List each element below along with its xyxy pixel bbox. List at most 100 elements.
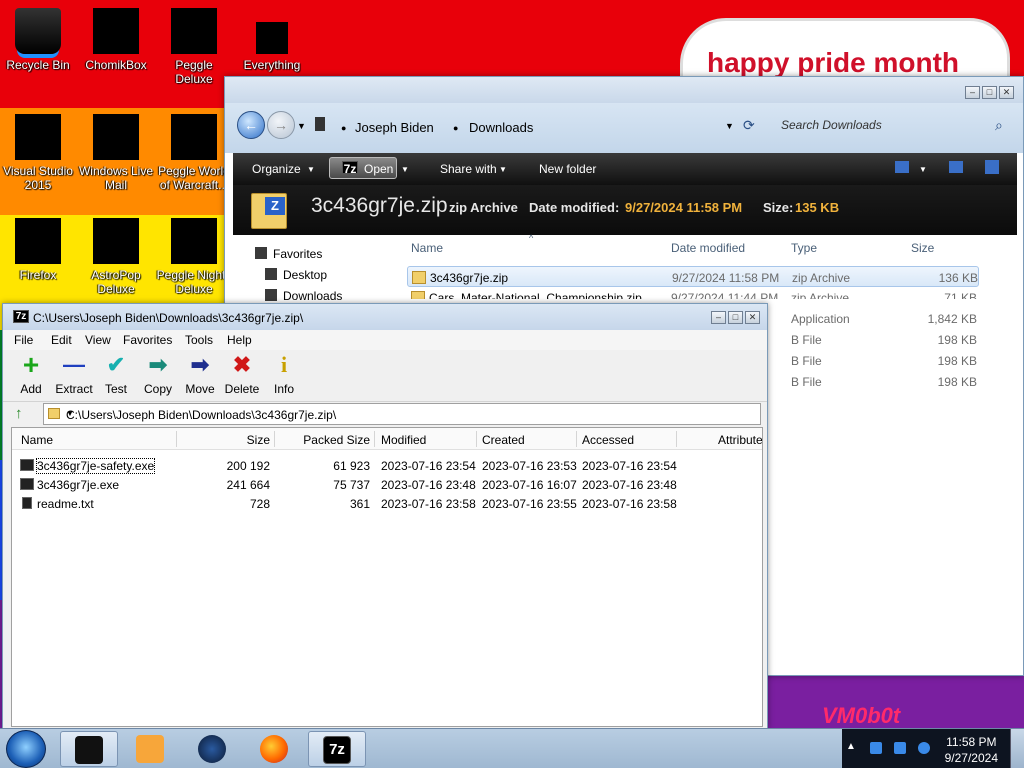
zip-file-icon [412, 271, 426, 284]
move-icon: ➡ [190, 352, 210, 377]
desktop-icon-chomikbox[interactable]: ChomikBox [78, 8, 154, 72]
breadcrumb-downloads[interactable]: Downloads [469, 120, 533, 135]
menu-help[interactable]: Help [227, 333, 252, 347]
action-center-icon[interactable] [870, 742, 882, 754]
file-size: 1,842 KB [927, 312, 977, 326]
archive-row[interactable]: readme.txt 728 361 2023-07-16 23:58 2023… [12, 494, 762, 513]
file-row[interactable]: 3c436gr7je.zip 9/27/2024 11:58 PM zip Ar… [407, 266, 979, 287]
share-with-button[interactable]: Share with [440, 162, 497, 176]
column-name[interactable]: Name [411, 241, 443, 255]
desktop-icon-windows-live-mail[interactable]: Windows Live Mail [78, 114, 154, 192]
network-icon[interactable] [894, 742, 906, 754]
close-icon[interactable]: ✕ [745, 311, 760, 324]
tray-expand-icon[interactable]: ▲ [846, 741, 856, 752]
desktop-icon-everything[interactable]: Everything [234, 8, 310, 72]
file-type: Application [791, 312, 850, 326]
breadcrumb-joseph-biden[interactable]: Joseph Biden [355, 120, 434, 135]
taskbar-item-firefox[interactable] [246, 731, 304, 767]
column-date-modified[interactable]: Date modified [671, 241, 745, 255]
search-icon[interactable]: ⌕ [995, 117, 1003, 134]
close-icon[interactable]: ✕ [999, 86, 1014, 99]
explorer-titlebar[interactable] [225, 77, 1023, 103]
move-label: Move [185, 382, 215, 396]
help-icon[interactable] [985, 160, 999, 174]
forward-arrow-icon[interactable]: → [267, 111, 295, 139]
taskbar-item-explorer[interactable] [60, 731, 118, 767]
column-packed-size[interactable]: Packed Size [292, 433, 370, 447]
column-size[interactable]: Size [212, 433, 270, 447]
minimize-icon[interactable]: – [711, 311, 726, 324]
recycle-bin-icon [15, 8, 61, 54]
desktop-icon-firefox[interactable]: Firefox [0, 218, 76, 282]
menu-file[interactable]: File [14, 333, 33, 347]
column-created[interactable]: Created [482, 433, 525, 447]
preview-pane-icon[interactable] [949, 161, 963, 173]
nav-favorites[interactable]: Favorites [255, 247, 322, 261]
info-button[interactable]: i Info [258, 354, 310, 397]
nav-downloads[interactable]: Downloads [265, 289, 342, 301]
view-options-icon[interactable] [895, 161, 909, 173]
archive-created: 2023-07-16 23:55 [482, 497, 577, 511]
open-dropdown-icon[interactable]: ▼ [401, 165, 409, 174]
seven-zip-titlebar[interactable]: 7z C:\Users\Joseph Biden\Downloads\3c436… [3, 304, 767, 330]
archive-file-size: 728 [249, 497, 270, 511]
minimize-icon[interactable]: – [965, 86, 980, 99]
menu-view[interactable]: View [85, 333, 111, 347]
desktop-icon-peggle-deluxe[interactable]: Peggle Deluxe [156, 8, 232, 86]
menu-edit[interactable]: Edit [51, 333, 72, 347]
column-attributes[interactable]: Attributes [718, 433, 762, 447]
sort-arrow-icon: ^ [529, 233, 534, 243]
column-modified[interactable]: Modified [381, 433, 426, 447]
open-button[interactable]: 7z Open [329, 157, 397, 179]
column-size[interactable]: Size [911, 241, 934, 255]
file-size: 71 KB [944, 291, 977, 299]
organize-button[interactable]: Organize [252, 162, 301, 176]
path-input[interactable]: C:\Users\Joseph Biden\Downloads\3c436gr7… [43, 403, 761, 425]
folder-up-icon[interactable]: ↑ [15, 405, 23, 422]
path-dropdown-icon[interactable]: ▼ [66, 409, 756, 418]
taskbar-item-seven-zip[interactable]: 7z [308, 731, 366, 767]
desktop-icon-astropop[interactable]: AstroPop Deluxe [78, 218, 154, 296]
desktop-icon-visual-studio[interactable]: Visual Studio 2015 [0, 114, 76, 192]
pride-banner-text: happy pride month [707, 47, 959, 78]
organize-dropdown-icon[interactable]: ▼ [307, 165, 315, 174]
details-size-label: Size: [763, 200, 794, 215]
start-button[interactable] [6, 730, 46, 768]
address-dropdown-icon[interactable]: ▼ [725, 121, 734, 131]
archive-packed-size: 75 737 [333, 478, 370, 492]
share-dropdown-icon[interactable]: ▼ [499, 165, 507, 174]
menu-favorites[interactable]: Favorites [123, 333, 172, 347]
taskbar-item-globe[interactable] [184, 731, 242, 767]
menu-tools[interactable]: Tools [185, 333, 213, 347]
column-name[interactable]: Name [21, 433, 53, 447]
desktop-icon-recycle-bin[interactable]: Recycle Bin [0, 8, 76, 72]
archive-row[interactable]: 3c436gr7je.exe 241 664 75 737 2023-07-16… [12, 475, 762, 494]
info-label: Info [273, 382, 294, 396]
search-input[interactable]: Search Downloads [781, 118, 882, 132]
nav-desktop[interactable]: Desktop [265, 268, 327, 282]
desktop-icon-peggle-nights[interactable]: Peggle Nights Deluxe [156, 218, 232, 296]
view-dropdown-icon[interactable]: ▼ [919, 165, 927, 174]
details-modified-label: Date modified: [529, 200, 620, 215]
taskbar-item-media-player[interactable] [122, 731, 180, 767]
volume-icon[interactable] [918, 742, 930, 754]
seven-zip-window[interactable]: 7z C:\Users\Joseph Biden\Downloads\3c436… [2, 303, 768, 729]
archive-row[interactable]: 3c436gr7je-safety.exe 200 192 61 923 202… [12, 456, 762, 475]
new-folder-button[interactable]: New folder [539, 162, 596, 176]
back-arrow-icon[interactable]: ← [237, 111, 265, 139]
show-desktop-button[interactable] [1010, 729, 1024, 768]
column-type[interactable]: Type [791, 241, 817, 255]
desktop-icon-peggle-wow[interactable]: Peggle World of Warcraft... [156, 114, 232, 192]
maximize-icon[interactable]: □ [728, 311, 743, 324]
refresh-icon[interactable]: ⟳ [743, 117, 755, 134]
archive-accessed: 2023-07-16 23:58 [582, 497, 677, 511]
column-accessed[interactable]: Accessed [582, 433, 634, 447]
desktop-icon-label: Everything [243, 58, 301, 72]
file-row[interactable]: Cars_Mater-National_Championship.zip 9/2… [401, 287, 1023, 299]
add-label: Add [20, 382, 42, 396]
maximize-icon[interactable]: □ [982, 86, 997, 99]
details-file-name: 3c436gr7je.zip [311, 194, 448, 217]
clock[interactable]: 11:58 PM 9/27/2024 [945, 734, 998, 766]
explorer-app-icon [75, 736, 103, 764]
recent-pages-chevron-icon[interactable]: ▼ [297, 121, 306, 131]
